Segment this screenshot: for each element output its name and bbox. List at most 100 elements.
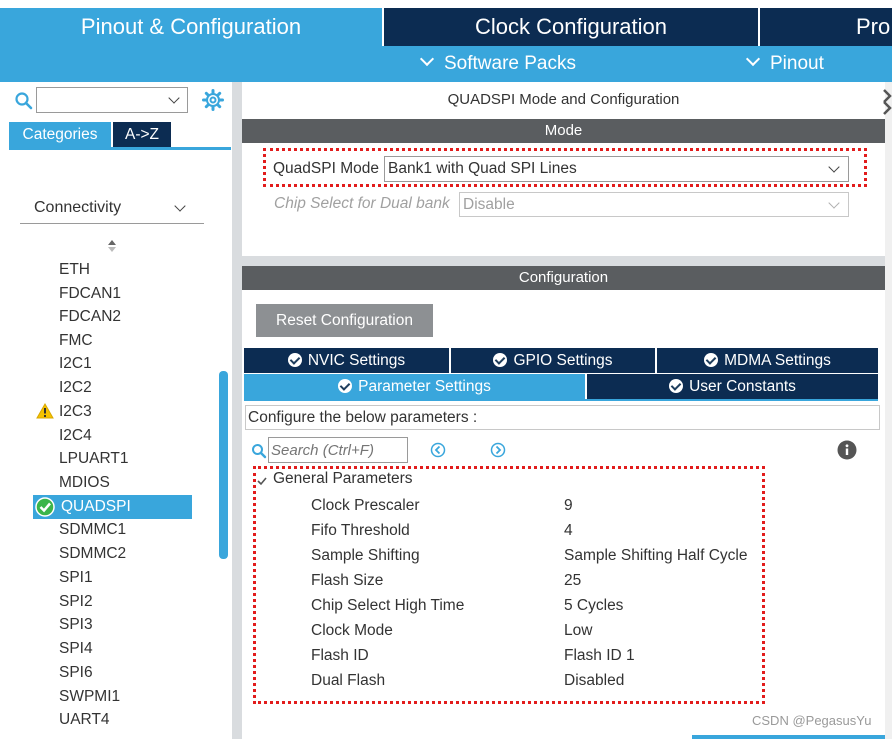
left-scrollbar-thumb[interactable] (219, 371, 228, 559)
chip-select-value: Disable (463, 196, 515, 213)
param-row-flash-size[interactable]: Flash Size 25 (311, 568, 771, 593)
general-parameters-group[interactable]: General Parameters (273, 470, 413, 488)
tab-label: Parameter Settings (358, 378, 491, 395)
tab-underline (9, 147, 231, 150)
list-item-quadspi[interactable]: QUADSPI (61, 495, 131, 518)
mode-section-bar: Mode (242, 119, 885, 143)
list-item-eth[interactable]: ETH (59, 258, 90, 281)
chevron-down-icon[interactable] (168, 92, 180, 104)
param-name: Chip Select High Time (311, 597, 465, 614)
search-input[interactable] (39, 90, 159, 110)
configure-parameters-text: Configure the below parameters : (245, 405, 880, 430)
param-value[interactable]: 4 (564, 518, 573, 543)
list-item-mdios[interactable]: MDIOS (59, 471, 110, 494)
param-value[interactable]: Flash ID 1 (564, 643, 635, 668)
param-row-flash-id[interactable]: Flash ID Flash ID 1 (311, 643, 771, 668)
pinout-menu[interactable]: Pinout (745, 46, 824, 82)
tab-underline (244, 399, 878, 401)
chevron-down-icon (828, 161, 840, 173)
tab-mdma-settings[interactable]: MDMA Settings (657, 348, 878, 373)
category-connectivity[interactable]: Connectivity (20, 196, 204, 224)
software-packs-menu[interactable]: Software Packs (419, 46, 576, 82)
right-edge-handle[interactable] (885, 82, 892, 739)
list-item-fmc[interactable]: FMC (59, 329, 93, 352)
check-icon (493, 353, 508, 367)
list-item-i2c1[interactable]: I2C1 (59, 352, 92, 375)
param-value[interactable]: Low (564, 618, 592, 643)
list-item-i2c3[interactable]: I2C3 (59, 400, 92, 423)
tab-clock-configuration[interactable]: Clock Configuration (384, 8, 758, 46)
page-title: QUADSPI Mode and Configuration (447, 91, 680, 108)
param-name: Clock Mode (311, 622, 393, 639)
quadspi-mode-value: Bank1 with Quad SPI Lines (388, 160, 577, 177)
chevron-down-icon (174, 200, 186, 212)
param-row-chip-select-high-time[interactable]: Chip Select High Time 5 Cycles (311, 593, 771, 618)
param-name: Clock Prescaler (311, 497, 420, 514)
list-item-spi1[interactable]: SPI1 (59, 566, 93, 589)
watermark: CSDN @PegasusYu (752, 713, 872, 728)
previous-icon[interactable] (430, 442, 446, 458)
expand-check-icon[interactable] (256, 475, 268, 487)
list-item-swpmi1[interactable]: SWPMI1 (59, 685, 120, 708)
list-item-fdcan2[interactable]: FDCAN2 (59, 305, 121, 328)
param-row-clock-prescaler[interactable]: Clock Prescaler 9 (311, 493, 771, 518)
sub-menu-bar: Software Packs Pinout (0, 46, 892, 82)
param-row-sample-shifting[interactable]: Sample Shifting Sample Shifting Half Cycl… (311, 543, 771, 568)
tab-categories[interactable]: Categories (9, 122, 111, 147)
category-label: Connectivity (34, 199, 122, 216)
list-item-sdmmc2[interactable]: SDMMC2 (59, 542, 126, 565)
list-item-fdcan1[interactable]: FDCAN1 (59, 282, 121, 305)
tab-parameter-settings[interactable]: Parameter Settings (244, 374, 585, 399)
param-row-dual-flash[interactable]: Dual Flash Disabled (311, 668, 771, 693)
list-item-uart4[interactable]: UART4 (59, 708, 110, 731)
list-item-spi2[interactable]: SPI2 (59, 590, 93, 613)
search-icon[interactable] (14, 91, 34, 111)
search-combo[interactable] (36, 87, 188, 113)
chip-select-label: Chip Select for Dual bank (274, 195, 450, 212)
check-icon (287, 353, 302, 367)
chip-select-select[interactable]: Disable (459, 192, 849, 217)
tab-pinout-configuration[interactable]: Pinout & Configuration (0, 8, 382, 46)
configuration-section-bar: Configuration (242, 266, 885, 290)
bottom-scroll-accent (692, 735, 885, 739)
gear-icon[interactable] (202, 89, 224, 111)
list-item-spi3[interactable]: SPI3 (59, 613, 93, 636)
top-tab-bar: Pinout & Configuration Clock Configurati… (0, 0, 892, 46)
param-value[interactable]: Disabled (564, 668, 624, 693)
info-icon[interactable] (837, 440, 857, 460)
param-value[interactable]: Sample Shifting Half Cycle (564, 543, 748, 568)
left-panel (0, 82, 232, 739)
reset-configuration-button[interactable]: Reset Configuration (256, 304, 433, 337)
tab-label: MDMA Settings (724, 352, 831, 369)
param-row-fifo-threshold[interactable]: Fifo Threshold 4 (311, 518, 771, 543)
list-item-i2c2[interactable]: I2C2 (59, 376, 92, 399)
quadspi-mode-select[interactable]: Bank1 with Quad SPI Lines (384, 156, 849, 182)
search-icon[interactable] (251, 443, 267, 459)
list-item-sdmmc1[interactable]: SDMMC1 (59, 518, 126, 541)
check-icon (669, 379, 684, 393)
tab-label: User Constants (689, 378, 796, 395)
list-item-lpuart1[interactable]: LPUART1 (59, 447, 129, 470)
sort-icon[interactable] (106, 238, 118, 254)
parameter-search-input[interactable] (268, 437, 408, 463)
check-icon (704, 353, 719, 367)
tab-project-manager[interactable]: Pro (760, 8, 892, 46)
tab-gpio-settings[interactable]: GPIO Settings (451, 348, 655, 373)
param-value[interactable]: 25 (564, 568, 581, 593)
panel-divider[interactable] (232, 82, 242, 739)
param-row-clock-mode[interactable]: Clock Mode Low (311, 618, 771, 643)
list-item-spi4[interactable]: SPI4 (59, 637, 93, 660)
section-separator (242, 256, 885, 266)
param-value[interactable]: 5 Cycles (564, 593, 623, 618)
check-ok-icon (35, 497, 55, 517)
list-item-i2c4[interactable]: I2C4 (59, 424, 92, 447)
tab-nvic-settings[interactable]: NVIC Settings (244, 348, 449, 373)
param-value[interactable]: 9 (564, 493, 573, 518)
check-icon (338, 379, 353, 393)
tab-a-to-z[interactable]: A->Z (113, 122, 171, 147)
list-item-spi6[interactable]: SPI6 (59, 661, 93, 684)
next-icon[interactable] (490, 442, 506, 458)
tab-user-constants[interactable]: User Constants (587, 374, 878, 399)
param-name: Flash ID (311, 647, 369, 664)
tab-label: GPIO Settings (513, 352, 613, 369)
